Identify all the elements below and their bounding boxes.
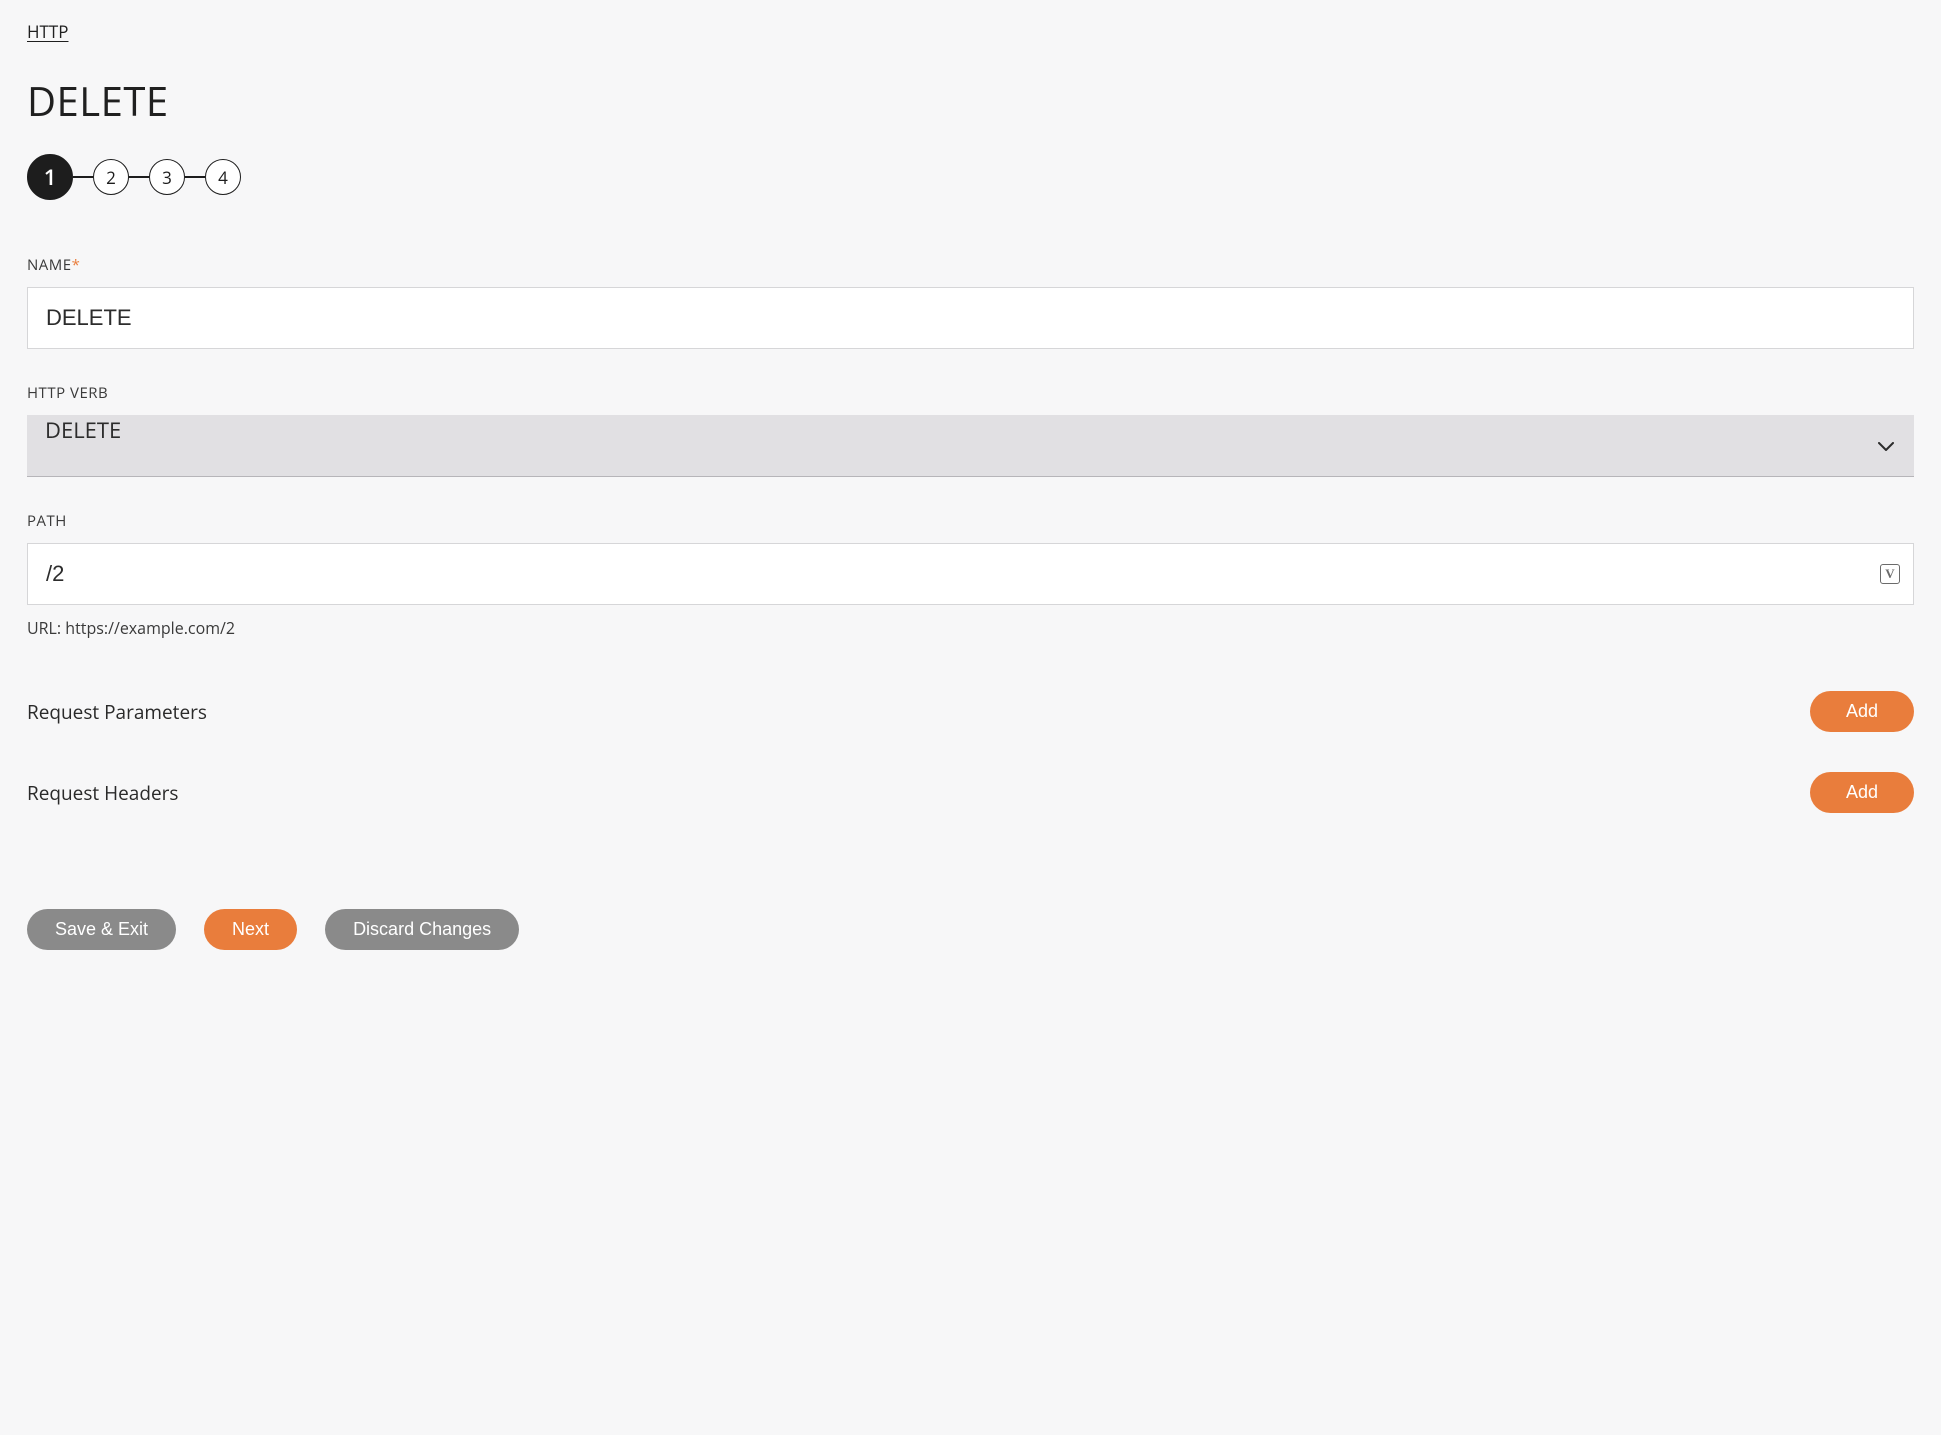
step-4[interactable]: 4 (205, 159, 241, 195)
field-name-group: NAME* (27, 255, 1914, 349)
breadcrumb-http[interactable]: HTTP (27, 20, 69, 43)
step-connector (185, 176, 205, 178)
step-connector (73, 176, 93, 178)
request-parameters-label: Request Parameters (27, 699, 207, 725)
name-label-text: NAME (27, 255, 72, 275)
name-label: NAME* (27, 255, 1914, 275)
save-exit-button[interactable]: Save & Exit (27, 909, 176, 950)
step-3[interactable]: 3 (149, 159, 185, 195)
required-mark: * (72, 255, 81, 275)
request-headers-label: Request Headers (27, 780, 178, 806)
next-button[interactable]: Next (204, 909, 297, 950)
path-label: PATH (27, 511, 1914, 531)
path-input[interactable] (27, 543, 1914, 605)
step-1[interactable]: 1 (27, 154, 73, 200)
request-headers-row: Request Headers Add (27, 772, 1914, 813)
add-parameter-button[interactable]: Add (1810, 691, 1914, 732)
stepper: 1 2 3 4 (27, 154, 1914, 200)
discard-changes-button[interactable]: Discard Changes (325, 909, 519, 950)
verb-select[interactable]: DELETE (27, 415, 1914, 477)
request-parameters-row: Request Parameters Add (27, 691, 1914, 732)
url-helper-text: URL: https://example.com/2 (27, 617, 1914, 639)
verb-label: HTTP VERB (27, 383, 1914, 403)
footer-actions: Save & Exit Next Discard Changes (27, 909, 1914, 950)
step-connector (129, 176, 149, 178)
step-2[interactable]: 2 (93, 159, 129, 195)
add-header-button[interactable]: Add (1810, 772, 1914, 813)
page-title: DELETE (27, 73, 1914, 128)
field-path-group: PATH V URL: https://example.com/2 (27, 511, 1914, 639)
name-input[interactable] (27, 287, 1914, 349)
variable-icon[interactable]: V (1880, 564, 1900, 584)
field-verb-group: HTTP VERB DELETE (27, 383, 1914, 477)
